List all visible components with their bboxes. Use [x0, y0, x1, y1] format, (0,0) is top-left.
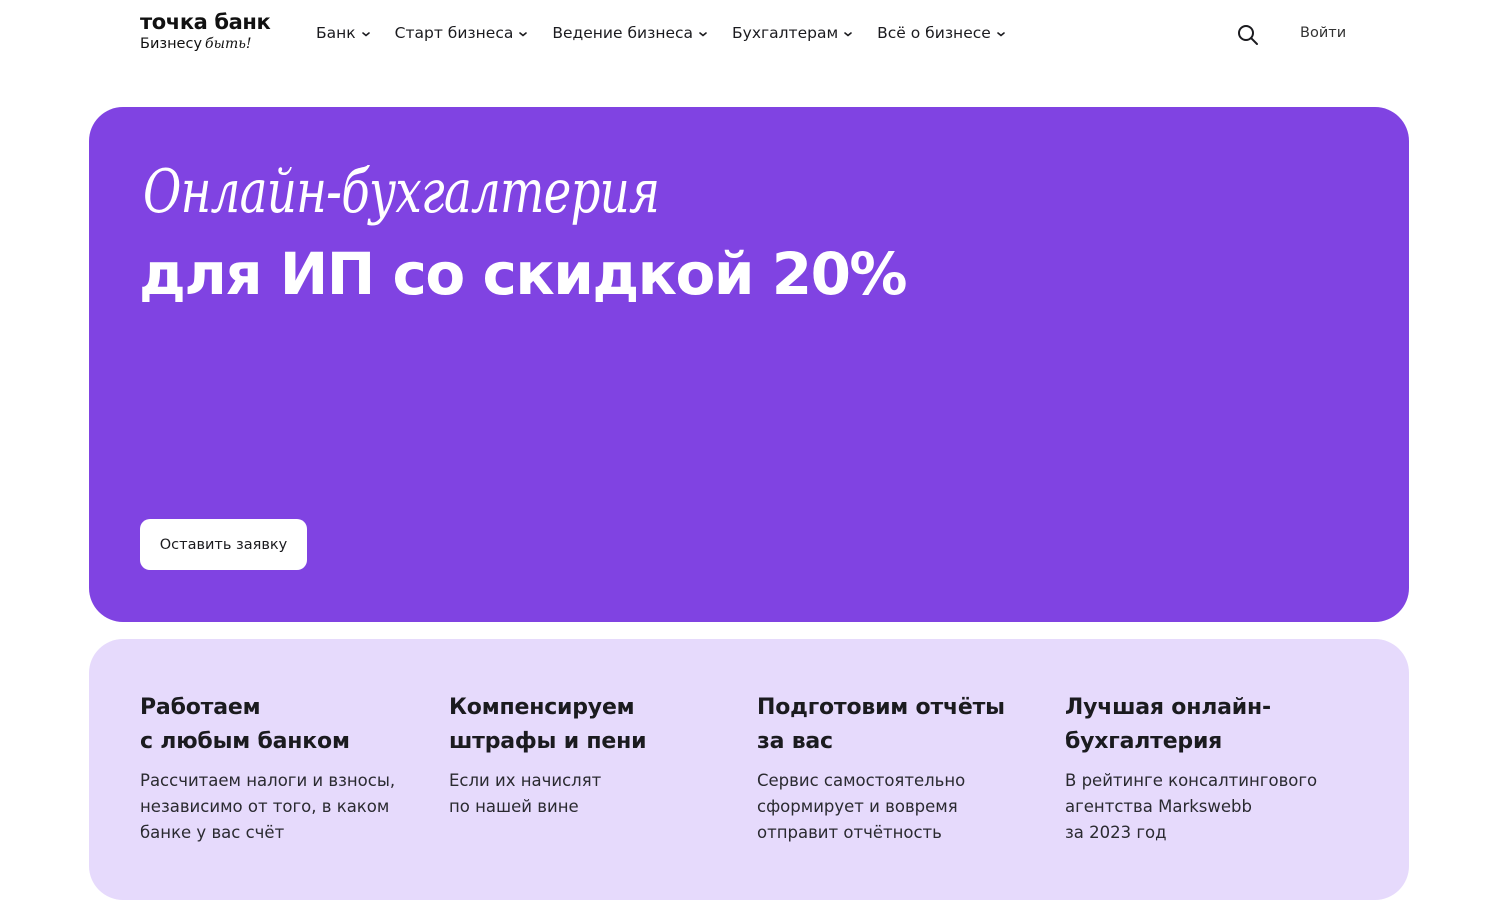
feature-item: Подготовим отчёты за вас Сервис самостоя…	[757, 691, 1037, 846]
chevron-down-icon	[844, 32, 852, 37]
logo-tagline-text: Бизнесу	[140, 36, 203, 52]
feature-item: Компенсируем штрафы и пени Если их начис…	[449, 691, 729, 820]
feature-title: Подготовим отчёты за вас	[757, 695, 1005, 754]
nav-item-start-business[interactable]: Старт бизнеса	[395, 24, 529, 42]
feature-item: Лучшая онлайн- бухгалтерия В рейтинге ко…	[1065, 691, 1345, 846]
feature-title: Лучшая онлайн- бухгалтерия	[1065, 695, 1271, 754]
chevron-down-icon	[699, 32, 707, 37]
logo-tagline-script: быть!	[205, 36, 252, 52]
login-link[interactable]: Войти	[1300, 25, 1346, 41]
search-icon[interactable]	[1236, 23, 1260, 47]
feature-text: В рейтинге консалтингового агентства Mar…	[1065, 771, 1318, 842]
chevron-down-icon	[519, 32, 528, 37]
chevron-down-icon	[996, 32, 1005, 37]
main-nav: Банк Старт бизнеса Ведение бизнеса Бухга…	[316, 24, 1030, 42]
nav-item-label: Бухгалтерам	[732, 24, 839, 42]
feature-item: Работаем с любым банком Рассчитаем налог…	[140, 691, 420, 846]
feature-title: Компенсируем штрафы и пени	[449, 695, 647, 754]
features-panel: Работаем с любым банком Рассчитаем налог…	[89, 639, 1409, 900]
chevron-down-icon	[361, 32, 370, 37]
nav-item-accountants[interactable]: Бухгалтерам	[732, 24, 853, 42]
nav-item-label: Старт бизнеса	[394, 24, 514, 42]
feature-title: Работаем с любым банком	[140, 695, 350, 754]
nav-item-bank[interactable]: Банк	[316, 24, 371, 42]
feature-text: Рассчитаем налоги и взносы, независимо о…	[140, 771, 396, 842]
logo-tagline: Бизнесу быть!	[140, 35, 270, 53]
hero-title-script: Онлайн-бухгалтерия	[143, 157, 660, 227]
feature-text: Если их начислят по нашей вине	[449, 771, 602, 816]
nav-item-label: Ведение бизнеса	[552, 24, 694, 42]
nav-item-label: Банк	[316, 24, 356, 42]
hero-banner: Онлайн-бухгалтерия для ИП со скидкой 20%…	[89, 107, 1409, 622]
nav-item-running-business[interactable]: Ведение бизнеса	[552, 24, 708, 42]
feature-text: Сервис самостоятельно сформирует и вовре…	[757, 771, 966, 842]
site-header: точка банк Бизнесу быть! Банк Старт бизне…	[0, 0, 1500, 72]
logo-title: точка банк	[140, 10, 271, 34]
hero-title: для ИП со скидкой 20%	[139, 240, 908, 308]
nav-item-about-business[interactable]: Всё о бизнесе	[877, 24, 1006, 42]
leave-request-button[interactable]: Оставить заявку	[140, 519, 307, 570]
logo[interactable]: точка банк Бизнесу быть!	[140, 10, 271, 53]
nav-item-label: Всё о бизнесе	[877, 24, 991, 42]
